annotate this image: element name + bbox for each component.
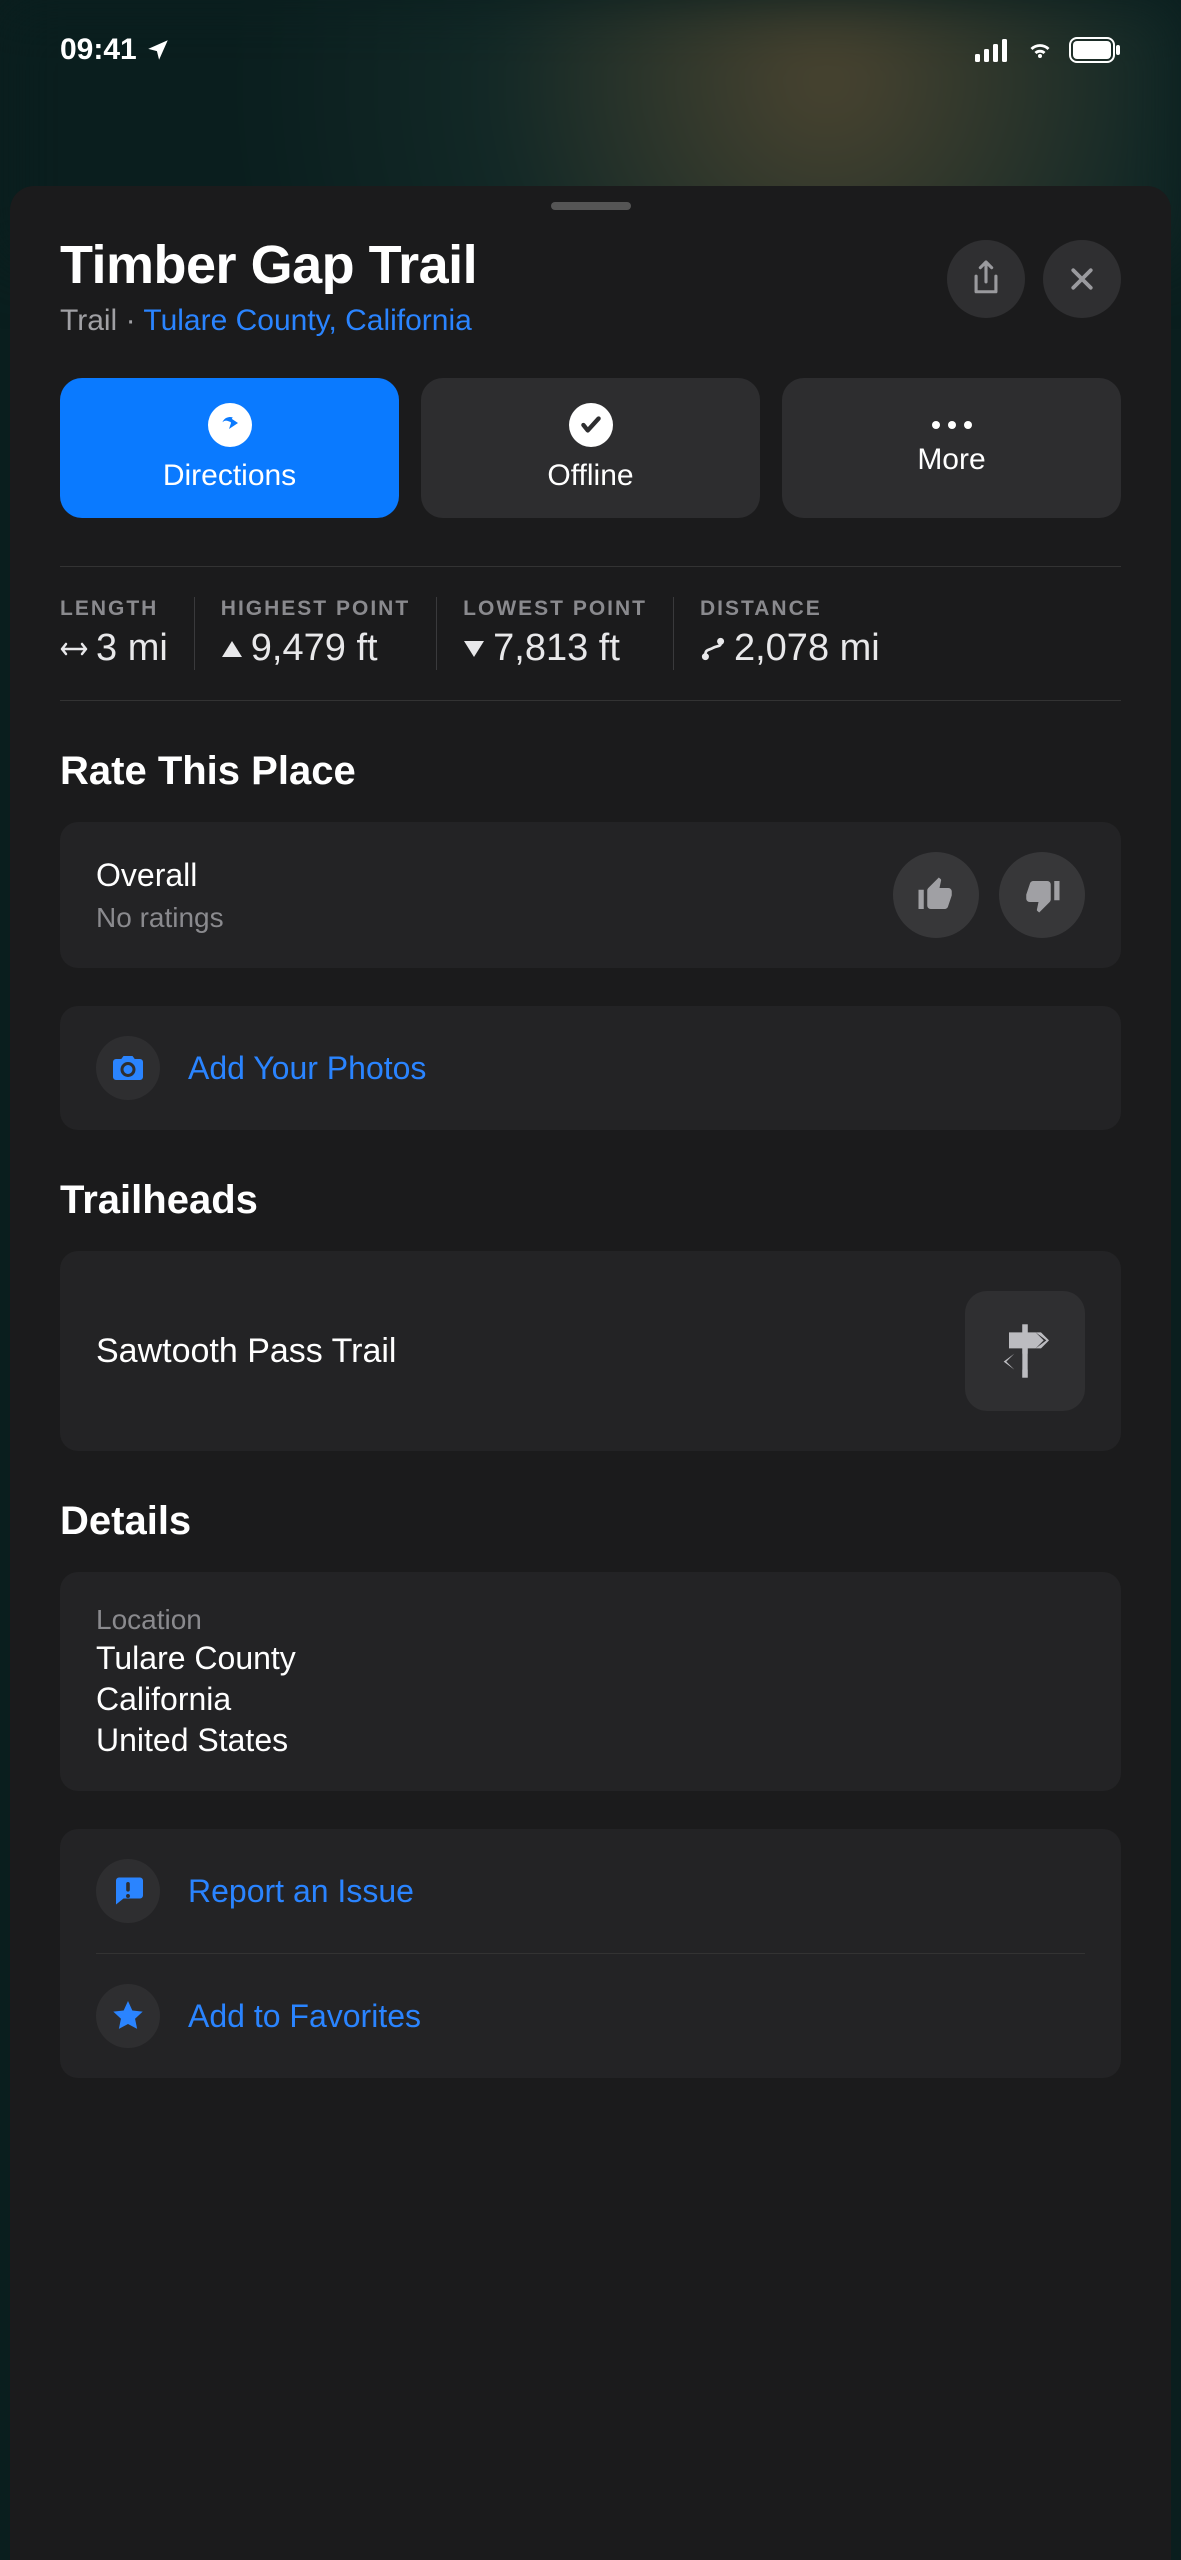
place-category: Trail [60,304,117,337]
wifi-icon [1023,38,1057,62]
share-button[interactable] [947,240,1025,318]
section-details-title: Details [60,1499,1121,1544]
sheet-grabber[interactable] [551,202,631,210]
place-title: Timber Gap Trail [60,234,477,296]
location-arrow-icon [145,37,171,63]
ellipsis-icon [929,419,975,431]
stat-label: DISTANCE [700,597,880,621]
add-photos-label: Add Your Photos [188,1050,426,1087]
details-location-label: Location [96,1604,1085,1636]
report-issue-label: Report an Issue [188,1873,414,1910]
add-photos-button[interactable]: Add Your Photos [60,1006,1121,1130]
details-location-line: Tulare County [96,1640,1085,1677]
status-bar: 09:41 [0,0,1181,100]
place-card: Timber Gap Trail Trail · Tulare County, … [10,186,1171,2560]
stat-distance: DISTANCE 2,078 mi [673,597,906,670]
stat-value: 9,479 ft [251,627,378,670]
details-location-line: United States [96,1722,1085,1759]
report-issue-icon [110,1873,146,1909]
cellular-icon [975,38,1011,62]
battery-icon [1069,37,1121,63]
section-trailheads-title: Trailheads [60,1178,1121,1223]
rate-overall-label: Overall [96,857,224,894]
thumbs-up-icon [915,874,957,916]
directions-arrow-icon [218,413,242,437]
horizontal-arrows-icon [60,639,88,659]
place-location-link[interactable]: Tulare County, California [143,304,471,337]
stats-row: LENGTH 3 mi HIGHEST POINT 9,479 ft LOWES… [60,566,1121,701]
close-icon [1067,264,1097,294]
star-icon [110,1998,146,2034]
rate-no-ratings: No ratings [96,902,224,934]
thumbs-down-icon [1021,874,1063,916]
stat-length: LENGTH 3 mi [60,597,194,670]
report-issue-button[interactable]: Report an Issue [60,1829,1121,1953]
details-location-line: California [96,1681,1085,1718]
stat-label: LENGTH [60,597,168,621]
triangle-up-icon [221,639,243,659]
offline-label: Offline [547,459,633,493]
stat-label: HIGHEST POINT [221,597,410,621]
signpost-icon [993,1319,1057,1383]
offline-button[interactable]: Offline [421,378,760,518]
stat-value: 3 mi [96,627,168,670]
more-button[interactable]: More [782,378,1121,518]
route-icon [700,636,726,662]
section-rate-title: Rate This Place [60,749,1121,794]
details-location-panel: Location Tulare County California United… [60,1572,1121,1791]
directions-label: Directions [163,459,296,493]
status-time: 09:41 [60,33,137,67]
close-button[interactable] [1043,240,1121,318]
add-favorites-label: Add to Favorites [188,1998,421,2035]
more-label: More [917,443,985,477]
stat-lowest-point: LOWEST POINT 7,813 ft [436,597,673,670]
separator-dot: · [126,304,144,337]
rate-overall-row: Overall No ratings [60,822,1121,968]
stat-value: 7,813 ft [493,627,620,670]
trailhead-action-button[interactable] [965,1291,1085,1411]
add-favorites-button[interactable]: Add to Favorites [60,1954,1121,2078]
trailhead-item[interactable]: Sawtooth Pass Trail [60,1251,1121,1451]
share-icon [969,259,1003,299]
checkmark-icon [578,412,604,438]
stat-label: LOWEST POINT [463,597,647,621]
thumbs-down-button[interactable] [999,852,1085,938]
directions-button[interactable]: Directions [60,378,399,518]
camera-icon [110,1053,146,1083]
stat-highest-point: HIGHEST POINT 9,479 ft [194,597,436,670]
triangle-down-icon [463,639,485,659]
thumbs-up-button[interactable] [893,852,979,938]
trailhead-name: Sawtooth Pass Trail [96,1332,396,1371]
stat-value: 2,078 mi [734,627,880,670]
